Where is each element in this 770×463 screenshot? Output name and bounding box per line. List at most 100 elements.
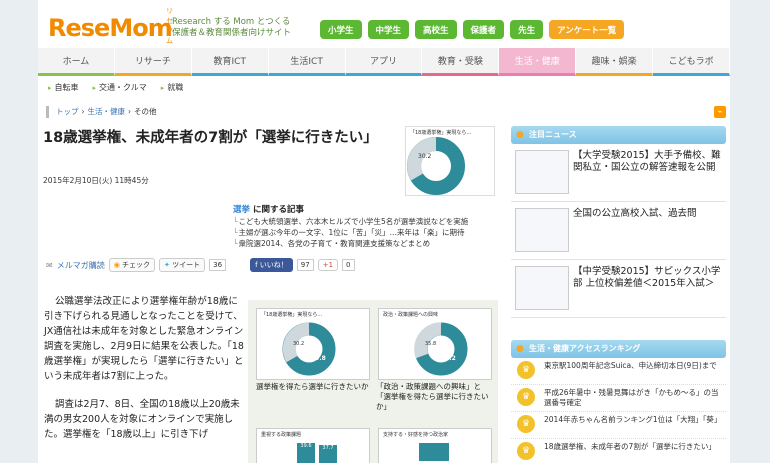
figure-3-bar-1: 39.6	[297, 443, 315, 463]
news-title[interactable]: 【中学受験2015】サピックス小学部 上位校偏差値＜2015年入試＞	[573, 266, 721, 290]
crown-icon: ♛	[517, 442, 535, 460]
ranking-title[interactable]: 18歳選挙権、未成年者の7割が「選挙に行きたい」	[544, 442, 722, 452]
ranking-title[interactable]: 平成26年暑中・残暑見舞はがき「かもめ～る」の当選番号確定	[544, 388, 722, 408]
news-title[interactable]: 全国の公立高校入試、過去問	[573, 208, 721, 220]
figure-2-value-sub: 35.8	[425, 341, 437, 347]
crown-icon: ♛	[517, 388, 535, 406]
figure-1[interactable]: 「18歳選挙権」実現なら… 30.2 69.8	[256, 308, 370, 380]
nav-research[interactable]: リサーチ	[114, 48, 192, 76]
subnav-traffic[interactable]: 交通・クルマ	[93, 82, 147, 93]
nav-hobby[interactable]: 趣味・娯楽	[576, 48, 654, 76]
page: ReseMom リセマム Research する Mom とつくる 保護者＆教育…	[38, 0, 731, 463]
tweet-button[interactable]: ✦ ツイート	[159, 258, 206, 272]
nav-life-health[interactable]: 生活・健康	[499, 48, 577, 76]
check-icon: ◉	[113, 261, 120, 269]
figure-1-value-sub: 30.2	[293, 341, 305, 347]
teachers-button[interactable]: 先生	[510, 20, 544, 39]
related-heading-keyword[interactable]: 選挙	[233, 205, 250, 215]
related-heading: 選挙 に関する記事	[233, 205, 493, 216]
check-button[interactable]: ◉ チェック	[108, 258, 156, 272]
parents-button[interactable]: 保護者	[462, 20, 505, 39]
ranking-title[interactable]: 東京駅100周年記念Suica、申込締切本日(9日)まで	[544, 361, 722, 371]
thumb-value-main: 69.8	[430, 167, 448, 175]
figure-3-title: 重視する政策課題	[261, 432, 302, 438]
logo-text: ReseMom	[48, 14, 173, 42]
facebook-like-button[interactable]: f いいね！	[250, 258, 293, 272]
tweet-label: ツイート	[172, 261, 201, 269]
sidebar: 注目ニュース 【大学受験2015】大手予備校、難関私立・国公立の解答速報を公開 …	[511, 126, 726, 463]
figure-3-bar-2: 37.7	[319, 445, 337, 463]
nav-apps[interactable]: アプリ	[345, 48, 423, 76]
figure-4[interactable]: 支持する・好感を持つ政治家	[378, 428, 492, 463]
figure-2[interactable]: 政治・政策課題への興味 35.8 64.2	[378, 308, 492, 380]
breadcrumb-top[interactable]: トップ	[56, 107, 79, 116]
rss-icon[interactable]: ⌁	[714, 106, 726, 118]
ranking-item[interactable]: ♛ 平成26年暑中・残暑見舞はがき「かもめ～る」の当選番号確定	[511, 385, 726, 412]
figure-4-bar	[419, 443, 449, 461]
figure-2-value-main: 64.2	[441, 355, 456, 362]
nav-home[interactable]: ホーム	[38, 48, 115, 76]
check-label: チェック	[122, 261, 151, 269]
related-item[interactable]: 衆院選2014、各党の子育て・教育関連支援策などまとめ	[233, 238, 493, 249]
like-count: 97	[296, 259, 314, 271]
like-label: いいね！	[259, 261, 288, 269]
news-thumbnail[interactable]	[515, 266, 569, 310]
gplus-button[interactable]: +1	[317, 259, 339, 271]
grade-junior-high-button[interactable]: 中学生	[367, 20, 410, 39]
nav-kids-lab[interactable]: こどもラボ	[653, 48, 731, 76]
figure-1-value-main: 69.8	[311, 355, 326, 362]
news-thumbnail[interactable]	[515, 208, 569, 252]
newsletter-link[interactable]: メルマガ購読	[57, 260, 105, 271]
breadcrumb-life-health[interactable]: 生活・健康	[88, 107, 126, 116]
crown-icon: ♛	[517, 415, 535, 433]
mail-icon: ✉	[46, 260, 53, 270]
thumb-value-sub: 30.2	[418, 153, 432, 160]
related-heading-suffix: に関する記事	[252, 205, 304, 215]
related-articles: 選挙 に関する記事 こども大統領選挙、六本木ヒルズで小学生5名が選挙演説などを実…	[233, 205, 493, 249]
survey-list-button[interactable]: アンケート一覧	[549, 20, 625, 39]
ranking-heading: 生活・健康アクセスランキング	[511, 340, 726, 358]
site-tagline: Research する Mom とつくる 保護者＆教育関係者向けサイト	[172, 17, 291, 39]
news-item[interactable]: 全国の公立高校入試、過去問	[511, 202, 726, 260]
crown-icon: ♛	[517, 361, 535, 379]
subnav-employment[interactable]: 就職	[161, 82, 183, 93]
tweet-count: 36	[209, 259, 227, 271]
article-paragraph: 調査は2月7、8日、全国の18歳以上20歳未満の男女200人を対象にオンラインで…	[44, 399, 240, 440]
news-item[interactable]: 【中学受験2015】サピックス小学部 上位校偏差値＜2015年入試＞	[511, 260, 726, 318]
nav-edu-exam[interactable]: 教育・受験	[422, 48, 500, 76]
subnav-bicycle[interactable]: 自転車	[48, 82, 79, 93]
share-bar: ✉ メルマガ購読 ◉ チェック ✦ ツイート 36 f いいね！ 97 +1 0	[46, 258, 355, 272]
article-paragraph: 公職選挙法改正により選挙権年齢が18歳に引き下げられる見通しとなったことを受けて…	[44, 296, 244, 382]
nav-edu-ict[interactable]: 教育ICT	[191, 48, 269, 76]
article-thumbnail[interactable]: 「18歳選挙権」実現なら… 30.2 69.8	[405, 126, 495, 196]
site-logo[interactable]: ReseMom リセマム	[48, 7, 173, 45]
breadcrumb-separator: ›	[128, 107, 131, 116]
nav-life-ict[interactable]: 生活ICT	[268, 48, 346, 76]
tagline-line2: 保護者＆教育関係者向けサイト	[172, 28, 292, 38]
related-item[interactable]: 主婦が選ぶ今年の一文字、1位に「苦」「災」…来年は「楽」に期待	[233, 227, 493, 238]
gplus-count: 0	[342, 259, 355, 271]
main-nav: ホーム リサーチ 教育ICT 生活ICT アプリ 教育・受験 生活・健康 趣味・…	[38, 48, 731, 76]
related-item[interactable]: こども大統領選挙、六本木ヒルズで小学生5名が選挙演説などを実施	[233, 216, 493, 227]
ranking-title[interactable]: 2014年赤ちゃん名前ランキング1位は「大翔」「葵」	[544, 415, 722, 425]
thumb-donut-chart	[407, 137, 465, 195]
figure-3[interactable]: 重視する政策課題 39.6 37.7	[256, 428, 370, 463]
news-title[interactable]: 【大学受験2015】大手予備校、難関私立・国公立の解答速報を公開	[573, 150, 721, 174]
facebook-icon: f	[255, 261, 258, 269]
grade-nav: 小学生 中学生 高校生 保護者 先生 アンケート一覧	[320, 20, 625, 39]
figure-2-caption: 「政治・政策課題への興味」と「選挙権を得たら選挙に行きたいか」	[376, 382, 489, 411]
ranking-item[interactable]: ♛ 東京駅100周年記念Suica、申込締切本日(9日)まで	[511, 358, 726, 385]
article-date: 2015年2月10日(火) 11時45分	[43, 176, 149, 185]
news-thumbnail[interactable]	[515, 150, 569, 194]
grade-high-school-button[interactable]: 高校生	[415, 20, 457, 39]
ranking-item[interactable]: ♛ 2014年赤ちゃん名前ランキング1位は「大翔」「葵」	[511, 412, 726, 439]
featured-news-heading: 注目ニュース	[511, 126, 726, 144]
figure-1-donut	[282, 322, 336, 376]
ranking-item[interactable]: ♛ 18歳選挙権、未成年者の7割が「選挙に行きたい」	[511, 439, 726, 463]
news-item[interactable]: 【大学受験2015】大手予備校、難関私立・国公立の解答速報を公開	[511, 144, 726, 202]
grade-elementary-button[interactable]: 小学生	[320, 20, 362, 39]
figure-1-caption: 選挙権を得たら選挙に行きたいか	[256, 382, 369, 391]
figure-2-title: 政治・政策課題への興味	[383, 312, 439, 318]
article-title: 18歳選挙権、未成年者の7割が「選挙に行きたい」	[43, 130, 378, 146]
